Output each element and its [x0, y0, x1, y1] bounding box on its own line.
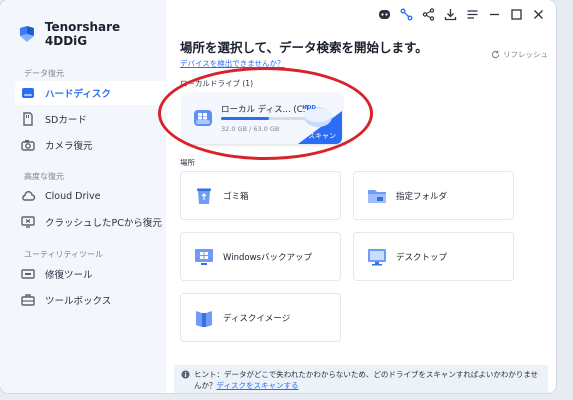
- sidebar-item-label: クラッシュしたPCから復元: [45, 218, 162, 229]
- logo-icon: [19, 26, 34, 42]
- info-icon: [181, 370, 190, 379]
- sd-card-icon: [23, 112, 33, 126]
- drive-size: 32.0 GB / 63.0 GB: [221, 125, 280, 133]
- repair-icon: [21, 269, 35, 279]
- refresh-icon: [491, 50, 500, 59]
- location-label: ゴミ箱: [223, 191, 249, 202]
- sidebar-item-camera[interactable]: カメラ復元: [15, 133, 166, 157]
- crashed-pc-icon: [21, 216, 35, 228]
- main-panel: 場所を選択して、データ検索を開始します。 デバイスを検出できませんか？ リフレッ…: [166, 0, 556, 393]
- page-title: 場所を選択して、データ検索を開始します。: [180, 40, 428, 55]
- sidebar-item-label: ツールボックス: [45, 296, 112, 307]
- title-bar-controls: [377, 7, 546, 22]
- app-window: Tenorshare 4DDiG データ復元 ハードディスク SDカード カメラ…: [0, 0, 556, 393]
- sidebar-item-repair[interactable]: 修復ツール: [15, 262, 166, 286]
- refresh-label: リフレッシュ: [503, 50, 548, 59]
- sidebar-item-cloud-drive[interactable]: Cloud Drive: [15, 184, 166, 208]
- desktop-icon: [368, 248, 386, 265]
- drive-icon: [194, 110, 212, 126]
- sidebar-item-toolbox[interactable]: ツールボックス: [15, 288, 166, 312]
- scan-disk-link[interactable]: ディスクをスキャンする: [217, 381, 299, 390]
- toolbox-icon: [21, 294, 35, 306]
- hdd-badge: HDD: [302, 105, 316, 111]
- share-icon[interactable]: [421, 7, 436, 22]
- camera-icon: [21, 140, 35, 151]
- refresh-button[interactable]: リフレッシュ: [491, 49, 548, 60]
- sidebar-item-label: Cloud Drive: [45, 190, 101, 202]
- location-disk-image[interactable]: ディスクイメージ: [180, 293, 341, 342]
- disk-image-icon: [196, 310, 212, 327]
- app-title: Tenorshare 4DDiG: [44, 20, 121, 48]
- recycle-bin-icon: [197, 188, 211, 204]
- folder-icon: [368, 189, 386, 203]
- sidebar-item-label: カメラ復元: [45, 141, 93, 152]
- section-utility-tools: ユーティリティツール: [24, 250, 104, 259]
- close-icon[interactable]: [531, 7, 546, 22]
- location-label: デスクトップ: [396, 252, 448, 263]
- sidebar-item-label: 修復ツール: [45, 270, 93, 281]
- discord-icon[interactable]: [377, 7, 392, 22]
- hint-bar: ヒント：データがどこで失われたかわからないため、どのドライブをスキャンすればよい…: [174, 365, 548, 393]
- hard-disk-icon: [22, 88, 34, 98]
- local-drives-label: ローカルドライブ (1): [180, 79, 254, 88]
- location-recycle-bin[interactable]: ゴミ箱: [180, 171, 341, 220]
- menu-icon[interactable]: [465, 7, 480, 22]
- sidebar: Tenorshare 4DDiG データ復元 ハードディスク SDカード カメラ…: [0, 0, 166, 393]
- download-icon[interactable]: [443, 7, 458, 22]
- location-windows-backup[interactable]: Windowsバックアップ: [180, 232, 341, 281]
- section-advanced-recovery: 高度な復元: [24, 172, 64, 181]
- sidebar-item-sd-card[interactable]: SDカード: [15, 107, 166, 131]
- section-data-recovery: データ復元: [24, 69, 64, 78]
- windows-backup-icon: [195, 248, 213, 265]
- minimize-icon[interactable]: [487, 7, 502, 22]
- sidebar-item-label: ハードディスク: [45, 89, 111, 100]
- maximize-icon[interactable]: [509, 7, 524, 22]
- location-desktop[interactable]: デスクトップ: [353, 232, 514, 281]
- connect-icon[interactable]: [399, 7, 414, 22]
- drive-usage-fill: [221, 117, 270, 120]
- scan-button[interactable]: スキャン: [308, 131, 336, 141]
- cloud-icon: [22, 191, 36, 201]
- location-label: ディスクイメージ: [223, 313, 291, 324]
- detect-device-link[interactable]: デバイスを検出できませんか？: [180, 58, 285, 69]
- hint-text: ヒント：データがどこで失われたかわからないため、どのドライブをスキャンすればよい…: [194, 369, 544, 391]
- sidebar-item-hard-disk[interactable]: ハードディスク: [15, 81, 166, 105]
- sidebar-item-label: SDカード: [45, 115, 87, 126]
- locations-label: 場所: [180, 158, 195, 167]
- drive-card-c[interactable]: ローカル ディス... (C:) 32.0 GB / 63.0 GB HDD ス…: [183, 93, 342, 144]
- location-label: 指定フォルダ: [396, 191, 448, 202]
- location-folder[interactable]: 指定フォルダ: [353, 171, 514, 220]
- sidebar-item-crashed-pc[interactable]: クラッシュしたPCから復元: [15, 210, 166, 234]
- app-logo: Tenorshare 4DDiG: [17, 20, 166, 48]
- location-label: Windowsバックアップ: [223, 252, 312, 263]
